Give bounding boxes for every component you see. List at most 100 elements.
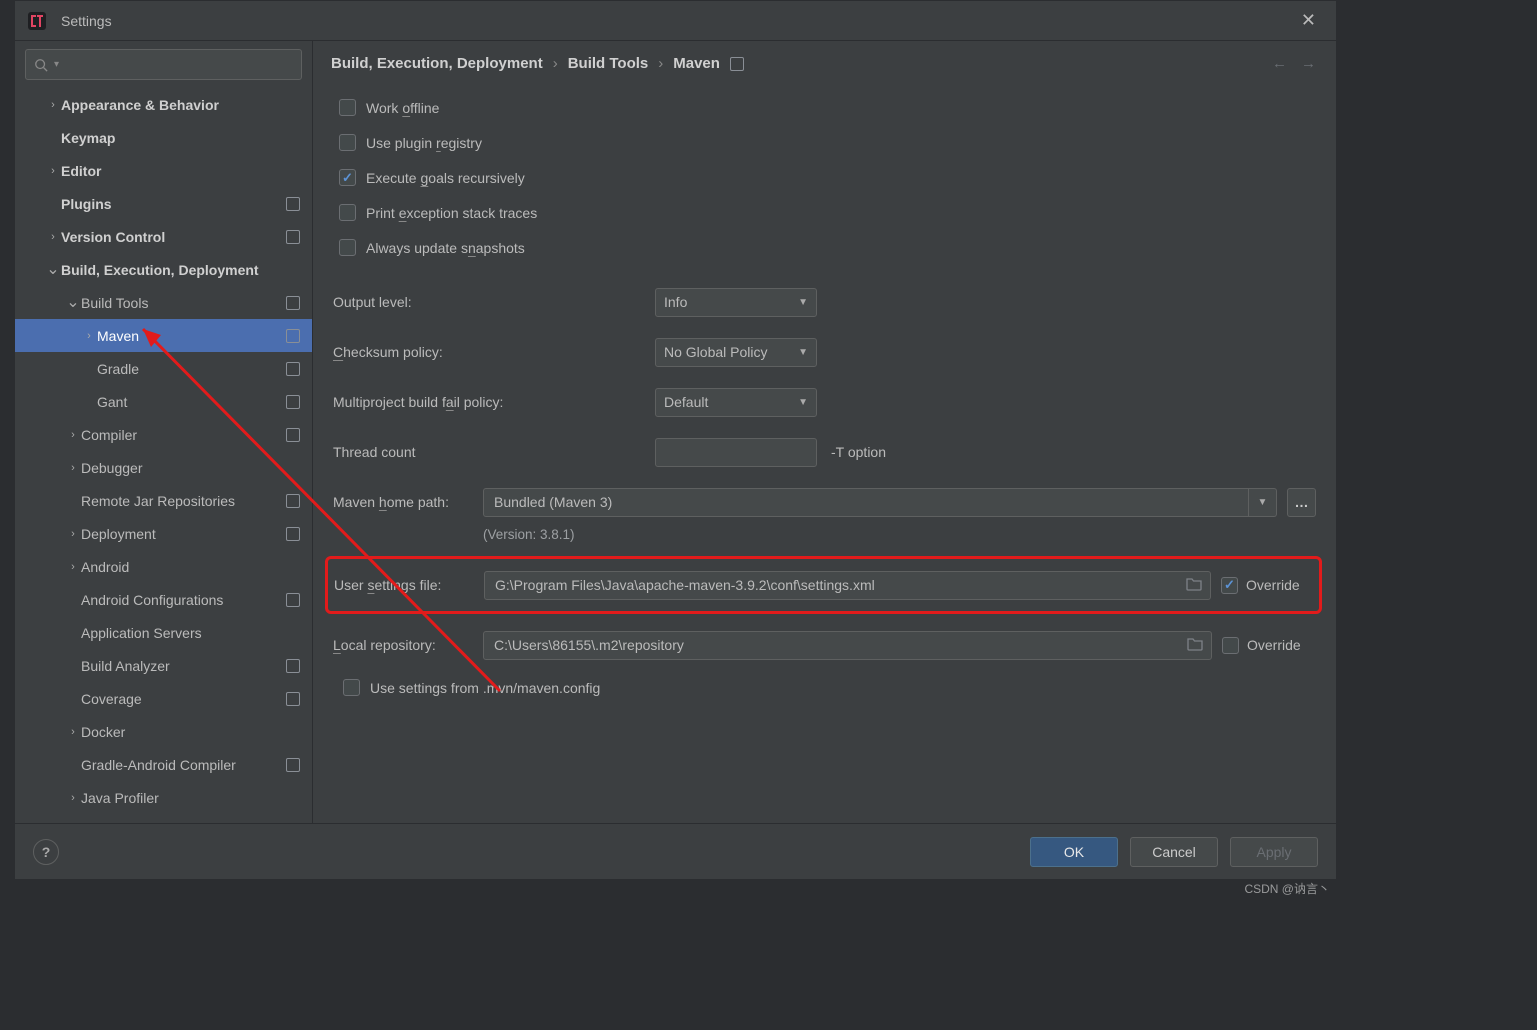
sidebar-item-build-execution-deployment[interactable]: ⌄Build, Execution, Deployment <box>15 253 312 286</box>
plugin-registry-checkbox[interactable]: Use plugin registry <box>331 127 1316 158</box>
chevron-right-icon: › <box>65 792 81 804</box>
print-exception-checkbox[interactable]: Print exception stack traces <box>331 197 1316 228</box>
cancel-button[interactable]: Cancel <box>1130 837 1218 867</box>
maven-home-browse[interactable]: … <box>1287 488 1316 517</box>
sidebar-item-application-servers[interactable]: Application Servers <box>15 616 312 649</box>
maven-home-dropdown[interactable]: ▼ <box>1249 488 1277 517</box>
folder-icon[interactable] <box>1187 637 1203 654</box>
sidebar-item-keymap[interactable]: Keymap <box>15 121 312 154</box>
tree-item-label: Android <box>81 559 129 575</box>
titlebar: Settings ✕ <box>15 1 1336 41</box>
checksum-select[interactable]: No Global Policy▼ <box>655 338 817 367</box>
watermark: CSDN @讷言丶 <box>1244 880 1330 897</box>
window-title: Settings <box>61 13 112 29</box>
tree-item-label: Editor <box>61 163 101 179</box>
help-button[interactable]: ? <box>33 839 59 865</box>
apply-button[interactable]: Apply <box>1230 837 1318 867</box>
chevron-right-icon: › <box>45 99 61 111</box>
project-scope-icon <box>286 692 300 706</box>
use-mvn-config-checkbox[interactable]: Use settings from .mvn/maven.config <box>331 672 1316 703</box>
breadcrumb: Build, Execution, Deployment › Build Too… <box>331 55 1316 72</box>
project-scope-icon <box>286 230 300 244</box>
tree-item-label: Build Tools <box>81 295 148 311</box>
sidebar-item-gradle-android-compiler[interactable]: Gradle-Android Compiler <box>15 748 312 781</box>
project-scope-icon <box>286 494 300 508</box>
thread-count-input[interactable] <box>655 438 817 467</box>
sidebar-item-maven[interactable]: ›Maven <box>15 319 312 352</box>
chevron-down-icon: ▾ <box>54 59 59 70</box>
user-settings-override[interactable]: Override <box>1221 577 1315 594</box>
execute-goals-checkbox[interactable]: Execute goals recursively <box>331 162 1316 193</box>
chevron-right-icon: › <box>65 528 81 540</box>
breadcrumb-b: Build Tools <box>568 55 649 72</box>
sidebar-item-version-control[interactable]: ›Version Control <box>15 220 312 253</box>
annotation-highlight: User settings file: G:\Program Files\Jav… <box>325 556 1322 614</box>
breadcrumb-a: Build, Execution, Deployment <box>331 55 543 72</box>
tree-item-label: Compiler <box>81 427 137 443</box>
sidebar-item-compiler[interactable]: ›Compiler <box>15 418 312 451</box>
thread-count-label: Thread count <box>331 444 655 460</box>
app-icon <box>27 11 47 31</box>
folder-icon[interactable] <box>1186 577 1202 594</box>
chevron-right-icon: › <box>65 561 81 573</box>
fail-policy-select[interactable]: Default▼ <box>655 388 817 417</box>
tree-item-label: Version Control <box>61 229 165 245</box>
sidebar-item-build-tools[interactable]: ⌄Build Tools <box>15 286 312 319</box>
dialog-footer: ? OK Cancel Apply <box>15 823 1336 879</box>
sidebar-item-editor[interactable]: ›Editor <box>15 154 312 187</box>
sidebar-item-plugins[interactable]: Plugins <box>15 187 312 220</box>
project-scope-icon <box>286 395 300 409</box>
breadcrumb-c: Maven <box>673 55 720 72</box>
sidebar-item-gradle[interactable]: Gradle <box>15 352 312 385</box>
tree-item-label: Deployment <box>81 526 156 542</box>
sidebar-item-docker[interactable]: ›Docker <box>15 715 312 748</box>
chevron-right-icon: › <box>45 165 61 177</box>
tree-item-label: Debugger <box>81 460 143 476</box>
project-scope-icon <box>286 659 300 673</box>
tree-item-label: Build Analyzer <box>81 658 170 674</box>
chevron-right-icon: › <box>553 55 558 72</box>
tree-item-label: Build, Execution, Deployment <box>61 262 259 278</box>
always-update-checkbox[interactable]: Always update snapshots <box>331 232 1316 263</box>
search-input[interactable]: ▾ <box>25 49 302 80</box>
tree-item-label: Docker <box>81 724 125 740</box>
tree-item-label: Coverage <box>81 691 142 707</box>
chevron-right-icon: › <box>65 429 81 441</box>
sidebar-item-appearance-behavior[interactable]: ›Appearance & Behavior <box>15 88 312 121</box>
output-level-select[interactable]: Info▼ <box>655 288 817 317</box>
tree-item-label: Remote Jar Repositories <box>81 493 235 509</box>
thread-count-aux: -T option <box>831 444 886 460</box>
sidebar-item-gant[interactable]: Gant <box>15 385 312 418</box>
project-scope-icon <box>286 758 300 772</box>
fail-policy-label: Multiproject build fail policy: <box>331 394 655 410</box>
project-scope-icon <box>286 527 300 541</box>
close-icon[interactable]: ✕ <box>1293 6 1324 35</box>
chevron-down-icon: ⌄ <box>65 299 81 307</box>
ok-button[interactable]: OK <box>1030 837 1118 867</box>
sidebar-item-android-configurations[interactable]: Android Configurations <box>15 583 312 616</box>
sidebar-item-build-analyzer[interactable]: Build Analyzer <box>15 649 312 682</box>
chevron-right-icon: › <box>658 55 663 72</box>
work-offline-checkbox[interactable]: Work offline <box>331 92 1316 123</box>
chevron-down-icon: ⌄ <box>45 266 61 274</box>
user-settings-input[interactable]: G:\Program Files\Java\apache-maven-3.9.2… <box>484 571 1211 600</box>
sidebar-item-java-profiler[interactable]: ›Java Profiler <box>15 781 312 814</box>
tree-item-label: Keymap <box>61 130 115 146</box>
local-repo-override[interactable]: Override <box>1222 637 1316 654</box>
sidebar-item-remote-jar-repositories[interactable]: Remote Jar Repositories <box>15 484 312 517</box>
tree-item-label: Plugins <box>61 196 112 212</box>
local-repo-input[interactable]: C:\Users\86155\.m2\repository <box>483 631 1212 660</box>
tree-item-label: Gant <box>97 394 127 410</box>
settings-tree: ›Appearance & BehaviorKeymap›EditorPlugi… <box>15 88 312 823</box>
nav-forward-icon[interactable]: → <box>1301 55 1316 72</box>
tree-item-label: Java Profiler <box>81 790 159 806</box>
sidebar-item-coverage[interactable]: Coverage <box>15 682 312 715</box>
project-scope-icon <box>286 296 300 310</box>
sidebar-item-android[interactable]: ›Android <box>15 550 312 583</box>
project-scope-icon <box>730 57 744 71</box>
nav-back-icon[interactable]: ← <box>1272 55 1287 72</box>
maven-home-input[interactable]: Bundled (Maven 3) <box>483 488 1249 517</box>
maven-version-note: (Version: 3.8.1) <box>331 527 1316 542</box>
sidebar-item-deployment[interactable]: ›Deployment <box>15 517 312 550</box>
sidebar-item-debugger[interactable]: ›Debugger <box>15 451 312 484</box>
